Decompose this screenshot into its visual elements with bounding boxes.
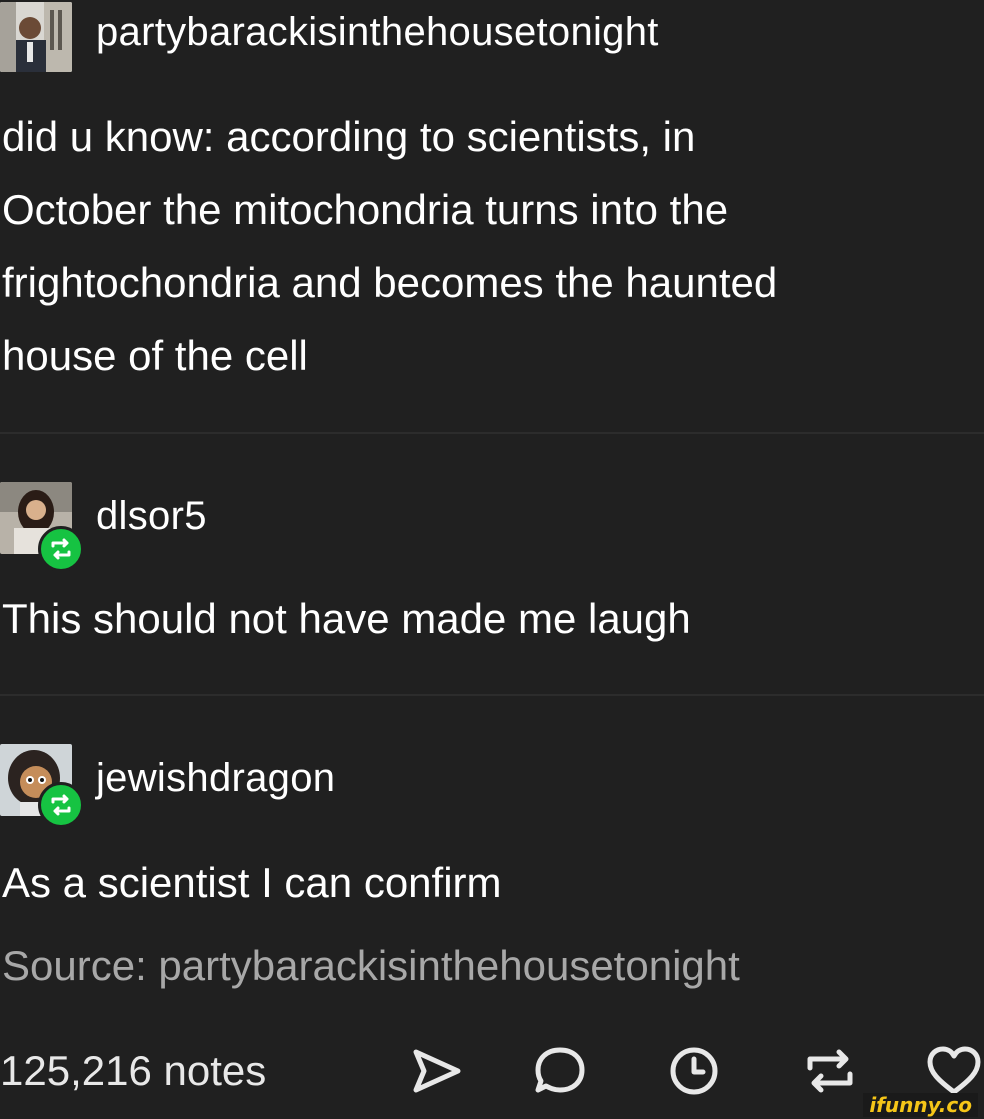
post-text-line: October the mitochondria turns into the bbox=[2, 186, 729, 233]
post-text-line: did u know: according to scientists, in bbox=[2, 113, 696, 160]
source-link[interactable]: Source: partybarackisinthehousetonight bbox=[2, 942, 740, 990]
reply-button[interactable] bbox=[530, 1040, 590, 1100]
reblog-badge bbox=[38, 526, 84, 572]
reblog-icon bbox=[51, 794, 71, 816]
share-icon bbox=[413, 1049, 461, 1093]
ifunny-watermark: ifunny.co bbox=[863, 1093, 978, 1117]
schedule-icon bbox=[670, 1047, 718, 1095]
schedule-button[interactable] bbox=[664, 1040, 724, 1100]
reblogger-username[interactable]: jewishdragon bbox=[96, 756, 335, 801]
reblog-button[interactable] bbox=[800, 1040, 860, 1100]
like-icon bbox=[927, 1046, 981, 1095]
tumblr-post: partybarackisinthehousetonight did u kno… bbox=[0, 0, 984, 1119]
reblog-badge bbox=[38, 782, 84, 828]
avatar-image bbox=[0, 2, 72, 72]
reblog-comment-text: This should not have made me laugh bbox=[2, 595, 691, 642]
like-button[interactable] bbox=[924, 1040, 984, 1100]
original-post-text: did u know: according to scientists, in … bbox=[2, 100, 777, 392]
notes-count[interactable]: 125,216 notes bbox=[0, 1047, 266, 1095]
reblog-comment-text: As a scientist I can confirm bbox=[2, 859, 502, 906]
share-button[interactable] bbox=[406, 1040, 466, 1100]
reblog-icon bbox=[51, 538, 71, 560]
reblog-icon bbox=[807, 1049, 853, 1093]
post-text-line: house of the cell bbox=[2, 332, 308, 379]
divider bbox=[0, 694, 984, 696]
reblogger-username[interactable]: dlsor5 bbox=[96, 494, 207, 539]
divider bbox=[0, 432, 984, 434]
avatar-partybarackisinthehousetonight[interactable] bbox=[0, 2, 72, 72]
post-text-line: frightochondria and becomes the haunted bbox=[2, 259, 778, 306]
reply-icon bbox=[535, 1047, 585, 1093]
post-author-username[interactable]: partybarackisinthehousetonight bbox=[96, 10, 659, 55]
